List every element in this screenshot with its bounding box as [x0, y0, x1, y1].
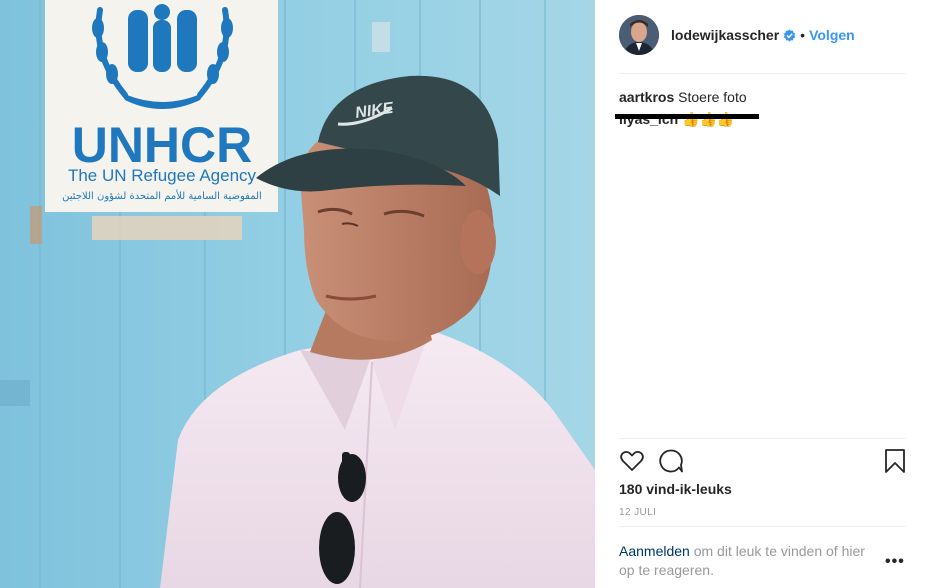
verified-badge-icon — [783, 29, 796, 42]
sign-title: UNHCR — [72, 117, 253, 173]
action-bar — [619, 448, 906, 476]
redaction-bar — [615, 114, 759, 119]
photo-illustration: UNHCR The UN Refugee Agency المفوضية الس… — [0, 0, 595, 588]
likes-count[interactable]: 180 vind-ik-leuks — [619, 481, 732, 497]
bookmark-icon[interactable] — [884, 448, 906, 479]
header-separator: • — [800, 27, 806, 43]
more-options-icon[interactable]: ••• — [885, 553, 905, 571]
login-prompt: Aanmelden om dit leuk te vinden of hier … — [619, 542, 881, 580]
username[interactable]: lodewijkasscher — [671, 27, 779, 43]
login-link[interactable]: Aanmelden — [619, 543, 690, 559]
post-sidebar: lodewijkasscher • Volgen aartkros Stoere… — [595, 0, 926, 588]
post-date: 12 JULI — [619, 507, 657, 518]
avatar[interactable] — [619, 15, 659, 55]
follow-button[interactable]: Volgen — [809, 27, 855, 43]
comment-text: Stoere foto — [678, 89, 747, 105]
post-photo[interactable]: UNHCR The UN Refugee Agency المفوضية الس… — [0, 0, 595, 588]
footer-divider — [619, 526, 906, 527]
heart-icon[interactable] — [619, 448, 645, 479]
sign-arabic: المفوضية السامية للأمم المتحدة لشؤون الل… — [62, 189, 262, 202]
post-header: lodewijkasscher • Volgen — [619, 14, 906, 56]
avatar-image — [619, 15, 659, 55]
comment-item: aartkros Stoere foto — [619, 86, 906, 108]
sign-subtitle: The UN Refugee Agency — [68, 166, 257, 185]
header-divider — [619, 73, 906, 74]
comment-icon[interactable] — [658, 448, 684, 479]
comment-username[interactable]: aartkros — [619, 89, 674, 105]
comments-list: aartkros Stoere foto ilyas_ich 👍👍👍 — [615, 86, 906, 130]
comment-item: ilyas_ich 👍👍👍 — [619, 108, 906, 130]
actions-divider — [619, 438, 906, 439]
